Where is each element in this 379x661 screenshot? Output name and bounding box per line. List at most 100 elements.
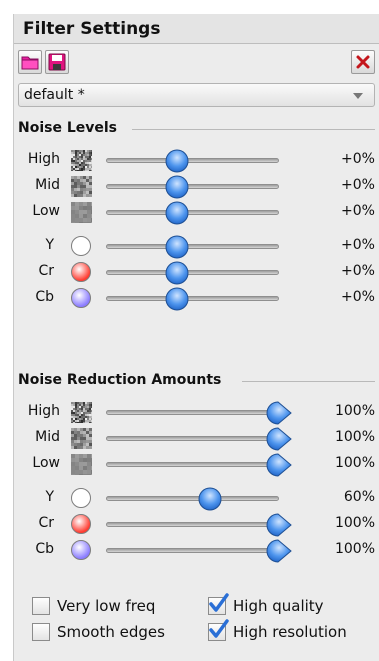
slider-thumb[interactable]: [266, 401, 292, 425]
slider-value: 100%: [334, 515, 375, 531]
slider-track[interactable]: [106, 210, 279, 215]
checkbox-box: [32, 597, 50, 615]
noise-level-row-mid: Mid +0%: [14, 174, 379, 199]
noise-reduction-heading-text: Noise Reduction Amounts: [18, 372, 222, 388]
smooth-edges-label: Smooth edges: [57, 623, 165, 641]
slider-value: +0%: [341, 289, 375, 305]
noise-reduction-row-high: High 100%: [14, 400, 379, 425]
save-preset-button[interactable]: [45, 50, 69, 74]
very-low-freq-checkbox[interactable]: Very low freq: [32, 596, 202, 618]
noise-level-row-cr: Cr +0%: [14, 260, 379, 285]
noise-texture-icon: [71, 176, 92, 197]
slider-value: 100%: [334, 541, 375, 557]
row-label: High: [27, 151, 60, 167]
row-label: Cb: [35, 289, 54, 305]
slider-thumb[interactable]: [164, 235, 190, 259]
slider-value: +0%: [341, 263, 375, 279]
row-label: Cr: [38, 263, 54, 279]
slider-track[interactable]: [106, 410, 279, 415]
slider-track[interactable]: [106, 184, 279, 189]
slider-thumb[interactable]: [164, 149, 190, 173]
noise-level-row-cb: Cb +0%: [14, 286, 379, 311]
noise-texture-icon: [71, 454, 95, 478]
slider-value: 100%: [334, 403, 375, 419]
slider-thumb[interactable]: [266, 539, 292, 563]
open-preset-button[interactable]: [18, 50, 42, 74]
filter-settings-panel: Filter Settings default * Noise Levels H…: [13, 14, 379, 661]
slider-track[interactable]: [106, 548, 279, 553]
slider-track[interactable]: [106, 296, 279, 301]
preset-select[interactable]: default *: [18, 83, 375, 107]
slider-thumb[interactable]: [164, 175, 190, 199]
row-label: Cb: [35, 541, 54, 557]
row-label: High: [27, 403, 60, 419]
slider-value: 100%: [334, 455, 375, 471]
high-quality-label: High quality: [233, 597, 324, 615]
noise-reduction-heading: Noise Reduction Amounts: [18, 372, 375, 390]
row-label: Mid: [35, 429, 60, 445]
checkmark-icon: [209, 593, 229, 612]
row-label: Low: [32, 203, 60, 219]
noise-reduction-row-mid: Mid 100%: [14, 426, 379, 451]
channel-color-icon: [71, 540, 91, 560]
chevron-down-icon: [353, 93, 363, 99]
high-resolution-checkbox[interactable]: High resolution: [208, 619, 378, 644]
channel-color-icon: [71, 262, 91, 282]
slider-track[interactable]: [106, 270, 279, 275]
checkmark-icon: [209, 619, 229, 638]
slider-value: +0%: [341, 237, 375, 253]
slider-thumb[interactable]: [164, 261, 190, 285]
slider-value: +0%: [341, 151, 375, 167]
channel-color-icon: [71, 288, 91, 308]
noise-levels-heading-text: Noise Levels: [18, 120, 118, 136]
noise-texture-icon: [71, 428, 92, 449]
slider-value: +0%: [341, 203, 375, 219]
channel-color-icon: [71, 236, 91, 256]
slider-track[interactable]: [106, 158, 279, 163]
noise-level-row-high: High +0%: [14, 148, 379, 173]
row-label: Cr: [38, 515, 54, 531]
section-divider: [132, 129, 375, 130]
very-low-freq-label: Very low freq: [57, 597, 156, 615]
noise-reduction-row-cb: Cb 100%: [14, 538, 379, 563]
checkbox-box: [32, 623, 50, 641]
noise-texture-icon: [71, 202, 95, 226]
smooth-edges-checkbox[interactable]: Smooth edges: [32, 622, 202, 644]
panel-title: Filter Settings: [14, 14, 379, 44]
row-label: Y: [45, 489, 54, 505]
channel-color-icon: [71, 514, 91, 534]
slider-track[interactable]: [106, 244, 279, 249]
toolbar: [14, 45, 379, 79]
row-label: Mid: [35, 177, 60, 193]
section-divider: [242, 381, 375, 382]
slider-value: 100%: [334, 429, 375, 445]
slider-thumb[interactable]: [164, 201, 190, 225]
folder-icon: [21, 56, 39, 70]
noise-levels-heading: Noise Levels: [18, 120, 375, 138]
slider-thumb[interactable]: [197, 487, 223, 511]
noise-reduction-row-cr: Cr 100%: [14, 512, 379, 537]
slider-track[interactable]: [106, 436, 279, 441]
noise-level-row-y: Y +0%: [14, 234, 379, 259]
high-resolution-label: High resolution: [233, 623, 347, 641]
high-quality-checkbox[interactable]: High quality: [208, 593, 368, 618]
slider-track[interactable]: [106, 522, 279, 527]
noise-reduction-row-low: Low 100%: [14, 452, 379, 478]
row-label: Y: [45, 237, 54, 253]
close-x-icon: [356, 55, 370, 69]
row-label: Low: [32, 455, 60, 471]
slider-value: 60%: [343, 489, 375, 505]
noise-texture-icon: [71, 150, 93, 172]
slider-thumb[interactable]: [266, 453, 292, 477]
slider-thumb[interactable]: [266, 427, 292, 451]
save-disk-icon: [48, 53, 66, 71]
close-preset-button[interactable]: [351, 50, 375, 74]
slider-track[interactable]: [106, 496, 279, 501]
noise-reduction-row-y: Y 60%: [14, 486, 379, 511]
slider-value: +0%: [341, 177, 375, 193]
channel-color-icon: [71, 488, 91, 508]
slider-thumb[interactable]: [164, 287, 190, 311]
slider-thumb[interactable]: [266, 513, 292, 537]
slider-track[interactable]: [106, 462, 279, 467]
noise-texture-icon: [71, 402, 93, 424]
